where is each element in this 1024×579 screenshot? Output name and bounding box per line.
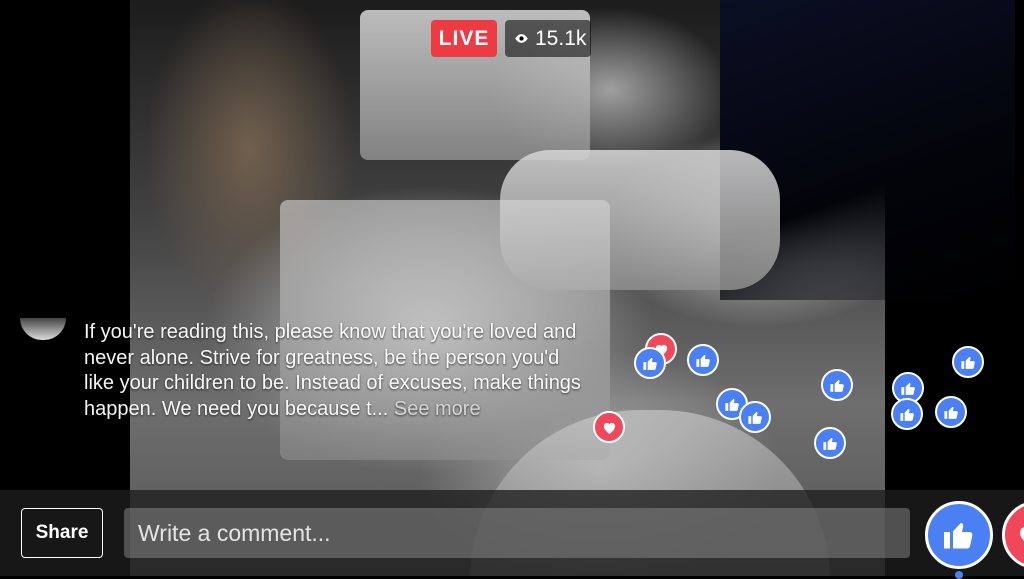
thumbs-up-icon: [829, 379, 844, 392]
heart-icon: [1020, 527, 1024, 541]
comment-input[interactable]: [124, 508, 910, 558]
viewer-count: 15.1k: [535, 27, 587, 50]
comment-bubble: If you're reading this, please know that…: [84, 320, 584, 422]
share-button[interactable]: Share: [21, 508, 103, 558]
bottom-bar: Share: [0, 490, 1024, 576]
thumbs-up-icon: [642, 357, 657, 370]
thumbs-up-icon: [899, 408, 914, 421]
floating-like-reaction: [739, 401, 771, 433]
floating-like-reaction: [935, 396, 967, 428]
floating-like-reaction: [814, 427, 846, 459]
thumbs-up-icon: [960, 356, 975, 369]
see-more-link[interactable]: See more: [394, 398, 481, 420]
thumbs-up-icon: [900, 382, 915, 395]
floating-like-reaction: [891, 398, 923, 430]
heart-icon: [603, 422, 615, 434]
live-badge: LIVE: [431, 20, 497, 57]
thumbs-up-icon: [724, 398, 739, 411]
reaction-indicator: [955, 571, 963, 579]
viewer-count-badge: 15.1k: [505, 20, 591, 57]
thumbs-up-icon: [695, 354, 710, 367]
thumbs-up-icon: [822, 437, 837, 450]
eye-icon: [515, 34, 528, 43]
thumbs-up-icon: [944, 523, 973, 549]
floating-like-reaction: [687, 344, 719, 376]
floating-like-reaction: [821, 369, 853, 401]
floating-like-reaction: [634, 347, 666, 379]
thumbs-up-icon: [943, 406, 958, 419]
thumbs-up-icon: [747, 411, 762, 424]
floating-love-reaction: [593, 411, 625, 443]
floating-like-reaction: [952, 346, 984, 378]
comment-body: If you're reading this, please know that…: [84, 321, 581, 420]
like-reaction-button[interactable]: [925, 501, 993, 569]
